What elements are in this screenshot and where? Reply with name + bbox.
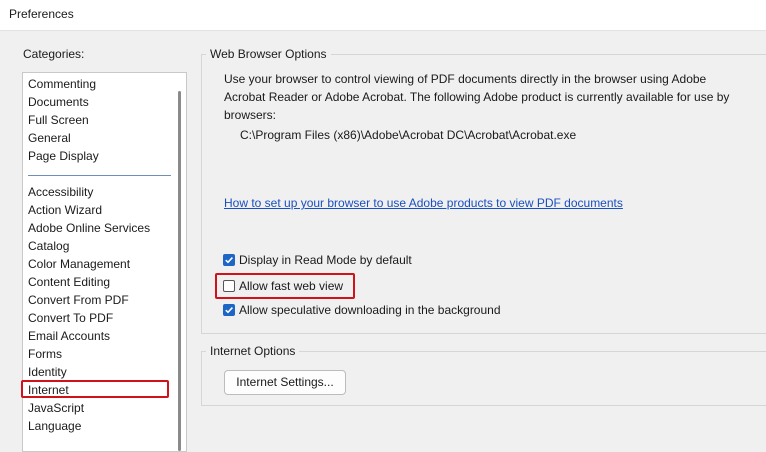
- category-adobe-online-services[interactable]: Adobe Online Services: [28, 219, 150, 237]
- fast-web-view-highlight: [215, 273, 355, 299]
- checkbox-speculative-downloading-label: Allow speculative downloading in the bac…: [239, 303, 501, 317]
- internet-highlight: [21, 380, 169, 398]
- category-color-management[interactable]: Color Management: [28, 255, 130, 273]
- category-identity[interactable]: Identity: [28, 363, 67, 381]
- category-convert-from-pdf[interactable]: Convert From PDF: [28, 291, 129, 309]
- window-title: Preferences: [9, 7, 74, 21]
- checkbox-read-mode-label: Display in Read Mode by default: [239, 253, 412, 267]
- category-accessibility[interactable]: Accessibility: [28, 183, 93, 201]
- category-full-screen[interactable]: Full Screen: [28, 111, 89, 129]
- category-forms[interactable]: Forms: [28, 345, 62, 363]
- internet-settings-button[interactable]: Internet Settings...: [224, 370, 346, 395]
- category-page-display[interactable]: Page Display: [28, 147, 99, 165]
- category-content-editing[interactable]: Content Editing: [28, 273, 110, 291]
- internet-options-title: Internet Options: [206, 344, 300, 358]
- title-bar: Preferences: [0, 0, 766, 31]
- category-javascript[interactable]: JavaScript: [28, 399, 84, 417]
- category-language[interactable]: Language: [28, 417, 81, 435]
- category-commenting[interactable]: Commenting: [28, 75, 96, 93]
- product-path: C:\Program Files (x86)\Adobe\Acrobat DC\…: [240, 128, 577, 142]
- checkbox-checked-icon[interactable]: [223, 254, 235, 266]
- browser-description: Use your browser to control viewing of P…: [224, 72, 730, 122]
- categories-scrollbar[interactable]: [178, 91, 181, 451]
- category-general[interactable]: General: [28, 129, 71, 147]
- checkbox-read-mode[interactable]: Display in Read Mode by default: [223, 252, 412, 268]
- category-convert-to-pdf[interactable]: Convert To PDF: [28, 309, 113, 327]
- web-browser-options-title: Web Browser Options: [206, 47, 331, 61]
- category-catalog[interactable]: Catalog: [28, 237, 69, 255]
- browser-setup-help-link[interactable]: How to set up your browser to use Adobe …: [224, 196, 623, 210]
- category-documents[interactable]: Documents: [28, 93, 89, 111]
- checkbox-checked-icon[interactable]: [223, 304, 235, 316]
- category-action-wizard[interactable]: Action Wizard: [28, 201, 102, 219]
- category-divider: [28, 175, 171, 176]
- category-email-accounts[interactable]: Email Accounts: [28, 327, 110, 345]
- categories-label: Categories:: [23, 47, 85, 61]
- checkbox-speculative-downloading[interactable]: Allow speculative downloading in the bac…: [223, 302, 501, 318]
